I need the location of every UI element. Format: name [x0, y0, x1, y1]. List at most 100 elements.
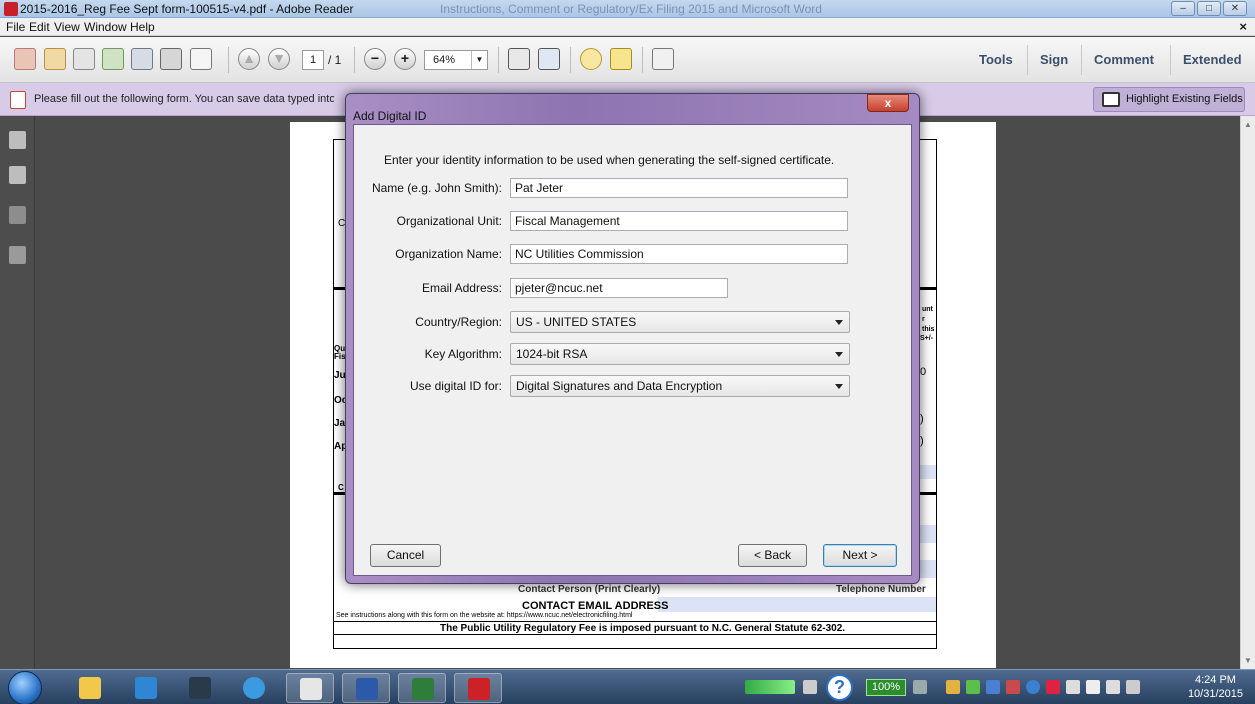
page-number-input[interactable]: 1 — [302, 50, 324, 70]
taskbar-app[interactable] — [176, 673, 224, 703]
signal-icon[interactable] — [1126, 680, 1140, 694]
system-clock[interactable]: 4:24 PM 10/31/2015 — [1188, 673, 1243, 701]
menu-file[interactable]: File — [6, 20, 25, 34]
sign-link[interactable]: Sign — [1040, 52, 1068, 67]
expand-icon[interactable] — [652, 48, 674, 70]
vertical-scrollbar[interactable]: ▲ ▼ — [1240, 116, 1255, 669]
country-select[interactable]: US - UNITED STATES — [510, 311, 850, 333]
excel-icon — [412, 678, 434, 700]
window-titlebar: 2015-2016_Reg Fee Sept form-100515-v4.pd… — [0, 0, 1255, 18]
menu-view[interactable]: View — [54, 20, 80, 34]
network-icon[interactable] — [1066, 680, 1080, 694]
wireless-icon[interactable] — [803, 680, 817, 694]
volume-icon[interactable] — [1086, 680, 1100, 694]
key-algorithm-label: Key Algorithm: — [424, 347, 502, 361]
combine-files-icon[interactable] — [44, 48, 66, 70]
cancel-button[interactable]: Cancel — [370, 544, 441, 567]
dialog-close-button[interactable]: x — [867, 94, 909, 112]
back-button[interactable]: < Back — [738, 544, 807, 567]
name-field[interactable]: Pat Jeter — [510, 178, 848, 198]
folder-icon — [79, 677, 101, 699]
power-icon[interactable] — [913, 680, 927, 694]
previous-page-icon[interactable]: ▲ — [238, 48, 260, 70]
edit-icon[interactable] — [73, 48, 95, 70]
close-document-icon[interactable]: × — [1239, 19, 1247, 34]
next-page-icon[interactable]: ▼ — [268, 48, 290, 70]
shield-icon[interactable] — [1046, 680, 1060, 694]
toolbar-separator — [354, 47, 355, 73]
taskbar-excel[interactable] — [398, 673, 446, 703]
menu-window[interactable]: Window — [84, 20, 127, 34]
tray-app-icon[interactable] — [966, 680, 980, 694]
chevron-down-icon[interactable]: ▼ — [471, 51, 487, 69]
media-player-icon — [135, 677, 157, 699]
taskbar-word[interactable] — [342, 673, 390, 703]
comment-bubble-icon[interactable] — [580, 48, 602, 70]
fit-width-icon[interactable] — [538, 48, 560, 70]
use-for-select[interactable]: Digital Signatures and Data Encryption — [510, 375, 850, 397]
menu-bar: File Edit View Window Help × — [0, 18, 1255, 36]
form-fragment: Ja — [334, 418, 346, 429]
upload-cloud-icon[interactable] — [102, 48, 124, 70]
org-unit-label: Organizational Unit: — [396, 214, 502, 228]
toolbar-separator — [642, 47, 643, 73]
zoom-out-icon[interactable]: − — [364, 48, 386, 70]
clock-date: 10/31/2015 — [1187, 688, 1243, 700]
flag-icon[interactable] — [1106, 680, 1120, 694]
signal-strength-icon[interactable] — [745, 680, 795, 694]
extended-link[interactable]: Extended — [1183, 52, 1242, 67]
maximize-button[interactable]: □ — [1197, 1, 1221, 16]
toolbar-separator — [570, 47, 571, 73]
scroll-down-icon[interactable]: ▼ — [1244, 656, 1252, 665]
dialog-instruction: Enter your identity information to be us… — [384, 153, 835, 167]
signature-icon[interactable] — [9, 246, 26, 264]
zoom-select[interactable]: 64% ▼ — [424, 50, 488, 70]
acrobat-icon — [468, 678, 490, 700]
org-unit-field[interactable]: Fiscal Management — [510, 211, 848, 231]
fit-page-icon[interactable] — [508, 48, 530, 70]
taskbar-media[interactable] — [122, 673, 170, 703]
tray-app-icon[interactable] — [1006, 680, 1020, 694]
next-button[interactable]: Next > — [823, 544, 897, 567]
internet-explorer-icon — [243, 677, 265, 699]
form-fragment: S+/- — [920, 335, 934, 342]
contact-email-label: CONTACT EMAIL ADDRESS — [522, 600, 669, 612]
tray-app-icon[interactable] — [986, 680, 1000, 694]
highlight-fields-button[interactable]: Highlight Existing Fields — [1093, 87, 1245, 112]
zoom-in-icon[interactable]: + — [394, 48, 416, 70]
email-icon[interactable] — [190, 48, 212, 70]
main-toolbar: ▲ ▼ 1 / 1 − + 64% ▼ Tools Sign Comment E… — [0, 37, 1255, 83]
tools-link[interactable]: Tools — [979, 52, 1013, 67]
attachment-icon[interactable] — [9, 206, 26, 224]
print-icon[interactable] — [160, 48, 182, 70]
menu-edit[interactable]: Edit — [29, 20, 50, 34]
minimize-button[interactable]: – — [1171, 1, 1195, 16]
scroll-up-icon[interactable]: ▲ — [1244, 120, 1252, 129]
pages-icon[interactable] — [9, 166, 26, 184]
taskbar-acrobat[interactable] — [454, 673, 502, 703]
form-divider — [333, 634, 937, 635]
contact-email-field[interactable] — [658, 597, 936, 612]
close-window-button[interactable]: ✕ — [1223, 1, 1247, 16]
instructions-line: See instructions along with this form on… — [336, 612, 633, 619]
org-name-field[interactable]: NC Utilities Commission — [510, 244, 848, 264]
taskbar-ie[interactable] — [230, 673, 278, 703]
create-pdf-icon[interactable] — [14, 48, 36, 70]
taskbar-app-active[interactable] — [286, 673, 334, 703]
save-icon[interactable] — [131, 48, 153, 70]
form-icon — [10, 91, 26, 109]
dialog-title: Add Digital ID — [353, 109, 427, 123]
comment-link[interactable]: Comment — [1094, 52, 1154, 67]
taskbar-explorer[interactable] — [66, 673, 114, 703]
tray-app-icon[interactable] — [946, 680, 960, 694]
start-button[interactable] — [8, 671, 42, 704]
key-algorithm-select[interactable]: 1024-bit RSA — [510, 343, 850, 365]
menu-help[interactable]: Help — [130, 20, 155, 34]
help-icon[interactable]: ? — [826, 674, 853, 701]
email-field[interactable]: pjeter@ncuc.net — [510, 278, 728, 298]
tray-app-icon[interactable] — [1026, 680, 1040, 694]
battery-indicator[interactable]: 100% — [866, 679, 906, 696]
page-total-label: / 1 — [328, 53, 342, 67]
page-thumbnails-icon[interactable] — [9, 131, 26, 149]
highlight-icon[interactable] — [610, 48, 632, 70]
